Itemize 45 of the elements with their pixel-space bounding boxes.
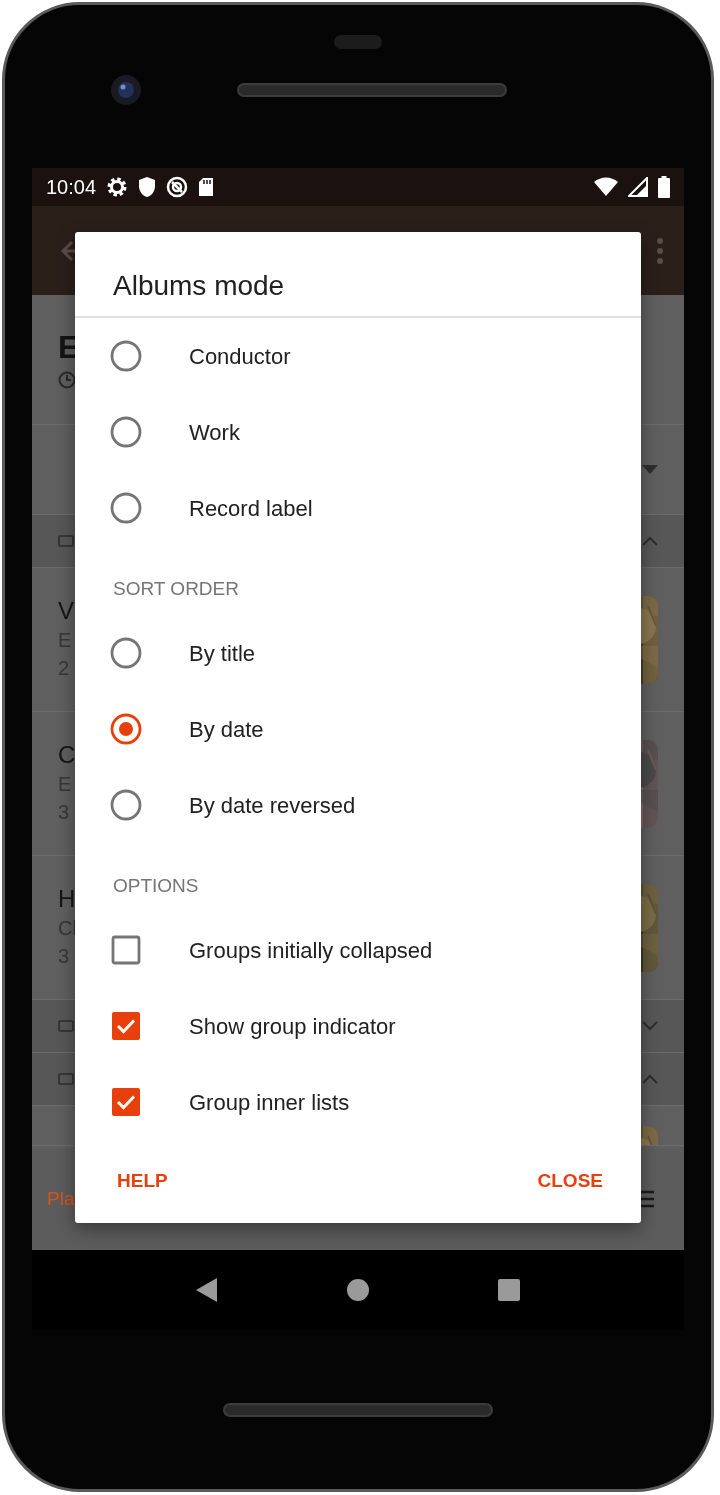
dropdown-arrow-icon — [642, 464, 658, 475]
option-label[interactable]: Groups initially collapsed — [189, 933, 433, 967]
dialog-button[interactable]: HELP — [103, 1159, 182, 1204]
item-title: H — [58, 885, 77, 914]
recents-icon[interactable] — [496, 1278, 521, 1302]
sd-card-icon — [198, 177, 215, 197]
section-header: SORT ORDER — [112, 577, 240, 601]
option-label[interactable]: By date — [189, 712, 264, 746]
radio-button[interactable] — [110, 416, 142, 448]
camera-icon — [109, 73, 143, 107]
radio-button[interactable] — [110, 492, 142, 524]
gear-icon — [106, 176, 129, 198]
checkbox[interactable] — [111, 935, 141, 965]
back-icon[interactable] — [195, 1277, 220, 1303]
folder-icon — [58, 1020, 74, 1032]
option-label[interactable]: Conductor — [189, 339, 291, 373]
option-label[interactable]: Record label — [189, 491, 313, 525]
folder-icon — [58, 1073, 74, 1085]
radio-button[interactable] — [110, 637, 142, 669]
option-label[interactable]: Work — [189, 415, 240, 449]
wifi-icon — [594, 177, 618, 197]
checkbox-checked[interactable] — [111, 1011, 141, 1041]
section-header: OPTIONS — [112, 874, 200, 898]
folder-icon — [58, 535, 74, 547]
radio-selected[interactable] — [110, 713, 142, 745]
shield-icon — [138, 176, 157, 198]
item-title: V — [58, 597, 74, 626]
option-label[interactable]: Show group indicator — [189, 1009, 396, 1043]
signal-icon — [628, 177, 648, 197]
dialog-title: Albums mode — [112, 269, 286, 303]
option-label[interactable]: By title — [189, 636, 256, 670]
checkbox-checked[interactable] — [111, 1087, 141, 1117]
radio-button[interactable] — [110, 789, 142, 821]
option-label[interactable]: By date reversed — [189, 788, 356, 822]
more-icon — [656, 236, 664, 265]
circle-slash-icon — [166, 176, 189, 198]
radio-button[interactable] — [110, 340, 142, 372]
dialog-button[interactable]: CLOSE — [523, 1159, 617, 1204]
battery-icon — [658, 176, 670, 198]
menu-icon[interactable] — [640, 1190, 654, 1208]
item-title: C — [58, 741, 76, 770]
option-label[interactable]: Group inner lists — [189, 1085, 350, 1119]
status-time: 10:04 — [46, 175, 97, 200]
clock-icon — [58, 370, 76, 389]
home-icon[interactable] — [346, 1278, 370, 1302]
